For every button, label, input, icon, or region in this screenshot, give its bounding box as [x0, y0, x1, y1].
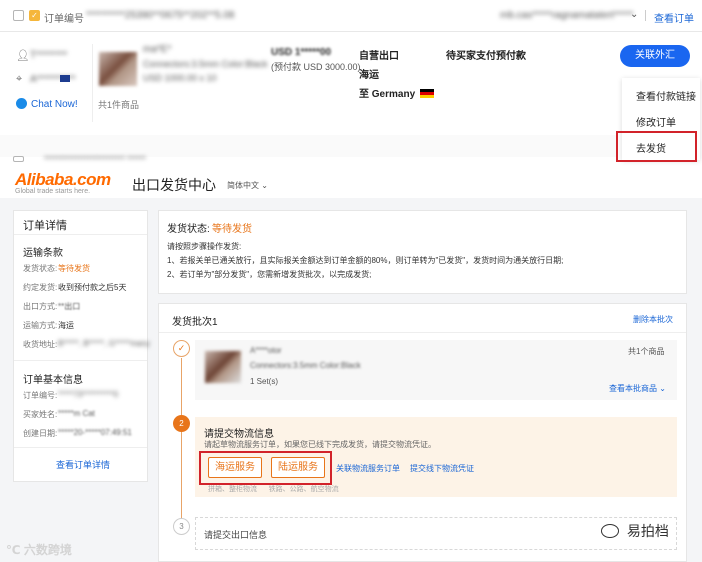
view-batch-goods-link[interactable]: 查看本批商品 ⌄	[609, 383, 666, 394]
detail-label: 约定发货:	[23, 283, 58, 292]
timeline-line	[181, 358, 182, 518]
destination-country: Germany	[371, 89, 416, 100]
batch-items-count: 共1个商品	[628, 347, 665, 356]
product-price-qty: USD 1000.00 x 10	[143, 73, 217, 83]
buyer-name-value: *****m Cat	[58, 409, 95, 418]
export-info-step-title: 请提交出口信息	[204, 530, 268, 540]
watermark-right-text: 易拍档	[626, 523, 669, 539]
batch-product-qty: 1 Set(s)	[250, 377, 279, 386]
sidebar-subtitle: 运输条款	[23, 248, 63, 259]
watermark-right: 易拍档	[601, 521, 669, 541]
logistics-step-title: 请提交物流信息	[204, 429, 274, 440]
product-thumbnail[interactable]	[99, 52, 137, 86]
link-customs-button[interactable]: 关联外汇	[620, 45, 690, 67]
destination: 至 Germany	[359, 85, 434, 100]
watermark-left-text: 六数跨境	[23, 543, 72, 557]
vertical-divider	[92, 44, 93, 122]
order-checkbox-2[interactable]	[13, 156, 24, 162]
step-1-done-icon: ✓	[173, 340, 190, 357]
wechat-icon	[601, 524, 619, 538]
order-no-label: 订单编号	[44, 14, 84, 25]
shipping-method: 海运	[359, 70, 379, 81]
highlight-freight-buttons	[199, 451, 332, 485]
chevron-down-icon[interactable]: ⌄	[630, 9, 638, 20]
second-row-divider	[0, 135, 616, 157]
trade-assurance-icon: ✓	[29, 10, 40, 21]
chat-icon[interactable]	[16, 98, 27, 109]
buyer-name: T********	[30, 50, 68, 61]
items-count: 共1件商品	[98, 100, 140, 110]
batch-title: 发货批次1	[172, 317, 218, 328]
freight-types-faded: 拼箱、整柜物流 铁路、公路、航空物流	[208, 486, 339, 493]
order-status: 待买家支付预付款	[446, 51, 526, 62]
sidebar-divider	[14, 234, 147, 235]
batch-product-spec: Connectors:3.5mm Color:Black	[250, 361, 361, 370]
sidebar-divider	[14, 360, 147, 361]
link-logistics-order[interactable]: 关联物流服务订单	[336, 463, 400, 474]
batch-product-thumbnail[interactable]	[205, 351, 241, 383]
chevron-down-icon: ⌄	[261, 181, 268, 190]
second-row-text: ************************** ******	[44, 155, 146, 164]
ship-status-value: 等待发货	[212, 224, 252, 235]
germany-flag-icon	[419, 89, 434, 98]
detail-label: 买家姓名:	[23, 410, 58, 419]
ship-status-value: 等待发货	[58, 264, 90, 273]
language-selector[interactable]: 简体中文 ⌄	[227, 180, 268, 191]
alibaba-logo[interactable]: Alibaba.com Global trade starts here.	[15, 170, 123, 195]
batch-product-title[interactable]: A****otor	[250, 346, 282, 355]
user-icon: 👤︎	[16, 50, 30, 62]
detail-label: 创建日期:	[23, 429, 58, 438]
instruction-item: 2、若订单为"部分发货"，您需新增发货批次，以完成发货;	[167, 270, 372, 279]
order-amount: USD 1*****00	[271, 47, 332, 58]
page-title: 出口发货中心	[132, 177, 216, 193]
sidebar-divider	[14, 447, 147, 448]
logo-text: Alibaba.com	[15, 170, 111, 189]
logistics-step-desc: 请起草物流服务订单，如果您已线下完成发货，请提交物流凭证。	[204, 440, 436, 449]
account-selector[interactable]: mb.cas*****ragnamatatert*****	[500, 10, 633, 21]
detail-label: 运输方式:	[23, 321, 58, 330]
agreed-ship-value: 收到预付款之后5天	[58, 283, 127, 292]
order-no-value: *****73**********0	[58, 390, 119, 399]
language-label: 简体中文	[227, 181, 259, 190]
submit-offline-proof[interactable]: 提交线下物流凭证	[410, 463, 474, 474]
detail-label: 发货状态:	[23, 264, 58, 273]
view-batch-goods-label: 查看本批商品	[609, 384, 657, 393]
export-mode-value: **出口	[58, 302, 81, 311]
transport-value: 海运	[58, 321, 74, 330]
menu-item-edit-order[interactable]: 修改订单	[636, 114, 676, 129]
to-label: 至	[359, 89, 369, 100]
sidebar-title: 订单详情	[23, 220, 67, 232]
detail-label: 订单编号:	[23, 391, 58, 400]
view-order-link[interactable]: 查看订单	[654, 10, 694, 25]
detail-label: 出口方式:	[23, 302, 58, 311]
divider	[645, 10, 646, 21]
menu-item-view-payment-link[interactable]: 查看付款链接	[636, 88, 696, 103]
order-checkbox[interactable]	[13, 10, 24, 21]
view-order-detail-link[interactable]: 查看订单详情	[56, 458, 110, 471]
product-title[interactable]: ma*E*	[143, 44, 171, 55]
watermark-logo-icon: ℃	[6, 543, 21, 557]
sidebar-subtitle: 订单基本信息	[23, 375, 83, 386]
chevron-down-icon: ⌄	[659, 384, 666, 393]
address-value: B*****, B*****, G*****many	[58, 339, 151, 348]
chat-now-link[interactable]: Chat Now!	[31, 99, 78, 110]
detail-label: 收货地址:	[23, 340, 58, 349]
country-flag-icon	[60, 75, 70, 82]
fulfillment-type: 自营出口	[359, 51, 399, 62]
delete-batch-link[interactable]: 删除本批次	[633, 314, 673, 325]
location-icon: ⌖	[16, 73, 23, 85]
ship-status-label: 发货状态:	[167, 224, 210, 235]
instruction-title: 请按照步骤操作发货:	[167, 242, 242, 251]
batch-divider	[159, 332, 686, 333]
created-date-value: *****20-*****07:49:51	[58, 428, 132, 437]
prepayment-amount: (预付款 USD 3000.00)	[271, 62, 361, 72]
instruction-item: 1、若报关单已通关放行，且实际报关金额达到订单金额的80%，则订单转为"已发货"…	[167, 256, 564, 265]
step-3-number: 3	[173, 518, 190, 535]
highlight-ship-menu	[616, 131, 697, 162]
watermark-left: ℃ 六数跨境	[6, 541, 72, 558]
logo-slogan: Global trade starts here.	[15, 188, 91, 195]
order-no-value: **********25390**0675**202**5.08	[86, 10, 235, 21]
step-2-number: 2	[173, 415, 190, 432]
product-spec: Connectors:3.5mm Color:Black	[143, 59, 268, 69]
